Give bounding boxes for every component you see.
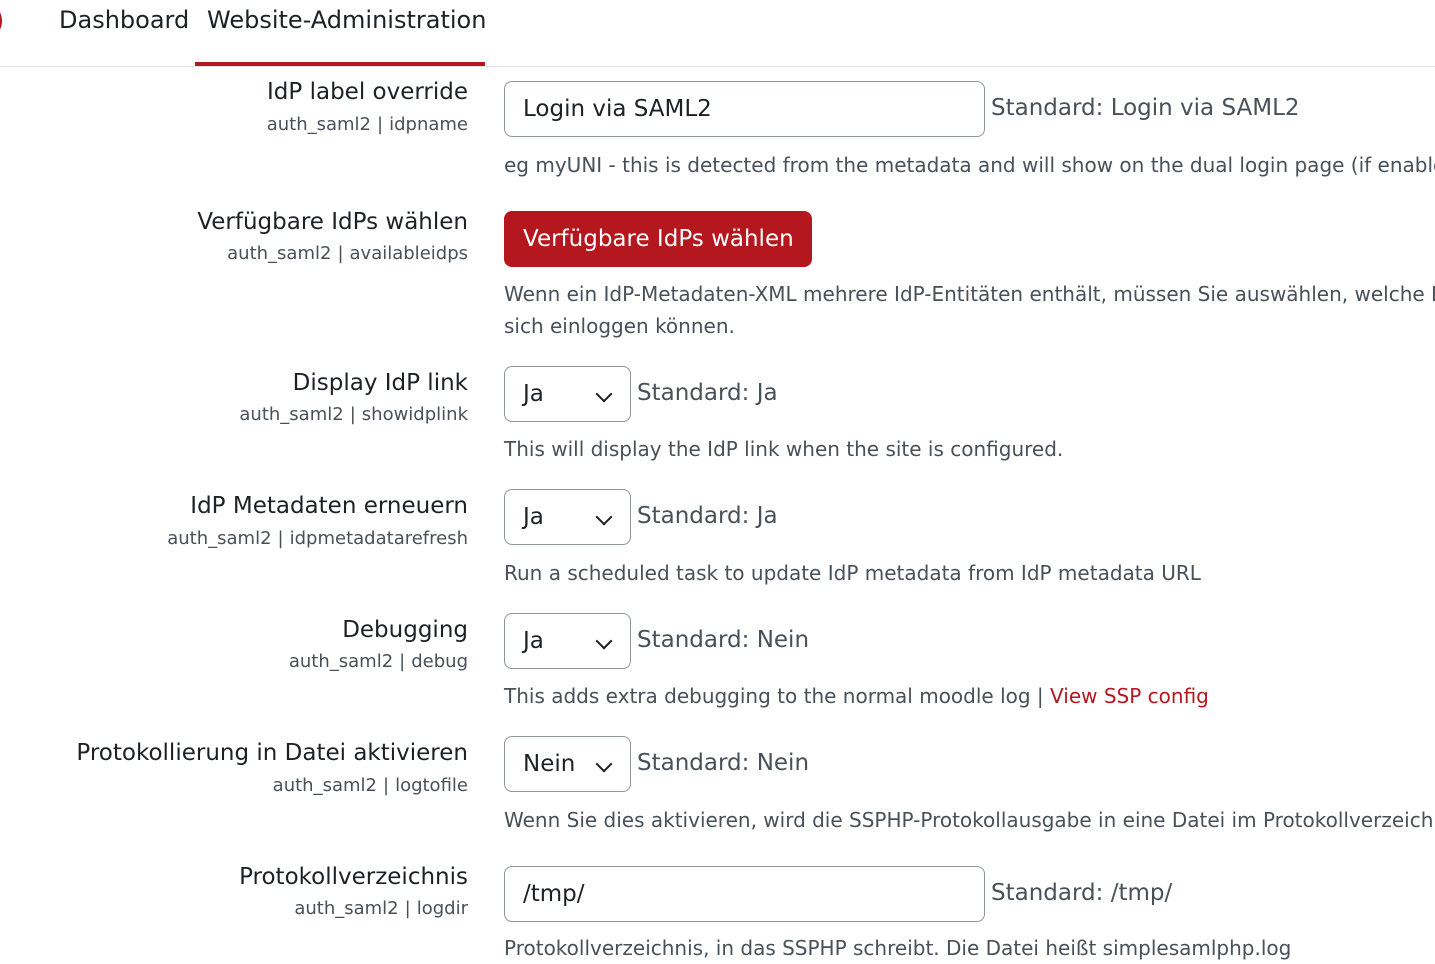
chevron-down-icon [595,385,613,403]
setting-label: Protokollierung in Datei aktivieren [76,740,468,766]
setting-label: Debugging [342,617,468,643]
key-separator: | [382,775,390,796]
key-plugin: auth_saml2 [227,243,332,264]
setting-label: Display IdP link [292,370,468,396]
default-value: Standard: Nein [637,750,810,776]
key-name: debug [411,651,468,672]
select-value: Nein [523,751,576,777]
key-separator: | [399,651,406,672]
key-plugin: auth_saml2 [239,404,344,425]
setting-description: Protokollverzeichnis, in das SSPHP schre… [504,936,1292,960]
setting-key: auth_saml2 | idpmetadatarefresh [167,528,468,549]
tab-dashboard[interactable]: Dashboard [59,6,189,34]
key-separator: | [404,898,411,919]
setting-key: auth_saml2 | logtofile [273,775,468,796]
default-value: Standard: Login via SAML2 [991,95,1300,121]
key-plugin: auth_saml2 [272,775,377,796]
key-name: idpname [389,114,468,135]
idpmetadatarefresh-select[interactable]: Ja [504,489,631,545]
idpname-input[interactable] [504,81,985,137]
setting-description-continued: sich einloggen können. [504,314,735,338]
view-ssp-config-link[interactable]: View SSP config [1050,684,1209,708]
setting-key: auth_saml2 | showidplink [239,404,468,425]
default-value: Standard: Nein [637,627,810,653]
default-value: Standard: Ja [637,380,778,406]
key-separator: | [337,243,344,264]
chevron-down-icon [595,508,613,526]
key-separator: | [349,404,356,425]
logtofile-select[interactable]: Nein [504,736,631,792]
setting-key: auth_saml2 | debug [289,651,468,672]
key-separator: | [377,114,384,135]
select-value: Ja [523,628,544,654]
description-text: This adds extra debugging to the normal … [504,684,1051,708]
setting-key: auth_saml2 | idpname [267,114,468,135]
logdir-input[interactable] [504,866,985,922]
key-name: showidplink [361,404,468,425]
default-value: Standard: Ja [637,503,778,529]
setting-description: Wenn Sie dies aktivieren, wird die SSPHP… [504,808,1435,832]
setting-description: This will display the IdP link when the … [504,437,1064,461]
showidplink-select[interactable]: Ja [504,366,631,422]
setting-key: auth_saml2 | logdir [294,898,468,919]
tab-website-administration[interactable]: Website-Administration [207,6,486,34]
key-plugin: auth_saml2 [288,651,394,672]
setting-key: auth_saml2 | availableidps [227,243,468,264]
key-plugin: auth_saml2 [266,114,372,135]
key-name: idpmetadatarefresh [289,528,468,549]
chevron-down-icon [595,632,613,650]
chevron-down-icon [595,755,613,773]
setting-label: IdP label override [267,79,468,105]
key-name: logtofile [395,775,468,796]
key-plugin: auth_saml2 [167,528,272,549]
select-value: Ja [523,381,544,407]
key-separator: | [277,528,284,549]
key-plugin: auth_saml2 [294,898,399,919]
debug-select[interactable]: Ja [504,613,631,669]
active-tab-indicator [195,62,485,66]
setting-description: eg myUNI - this is detected from the met… [504,153,1435,177]
setting-label: Verfügbare IdPs wählen [197,209,468,235]
site-logo[interactable] [0,6,2,36]
setting-label: Protokollverzeichnis [239,864,468,890]
setting-description: This adds extra debugging to the normal … [504,680,1209,712]
setting-description: Run a scheduled task to update IdP metad… [504,561,1201,585]
setting-label: IdP Metadaten erneuern [190,493,468,519]
setting-description: Wenn ein IdP-Metadaten-XML mehrere IdP-E… [504,282,1435,306]
select-value: Ja [523,504,544,530]
select-available-idps-button[interactable]: Verfügbare IdPs wählen [504,211,812,267]
key-name: logdir [416,898,468,919]
key-name: availableidps [349,243,468,264]
top-navigation: Dashboard Website-Administration [0,0,1435,67]
default-value: Standard: /tmp/ [991,880,1173,906]
